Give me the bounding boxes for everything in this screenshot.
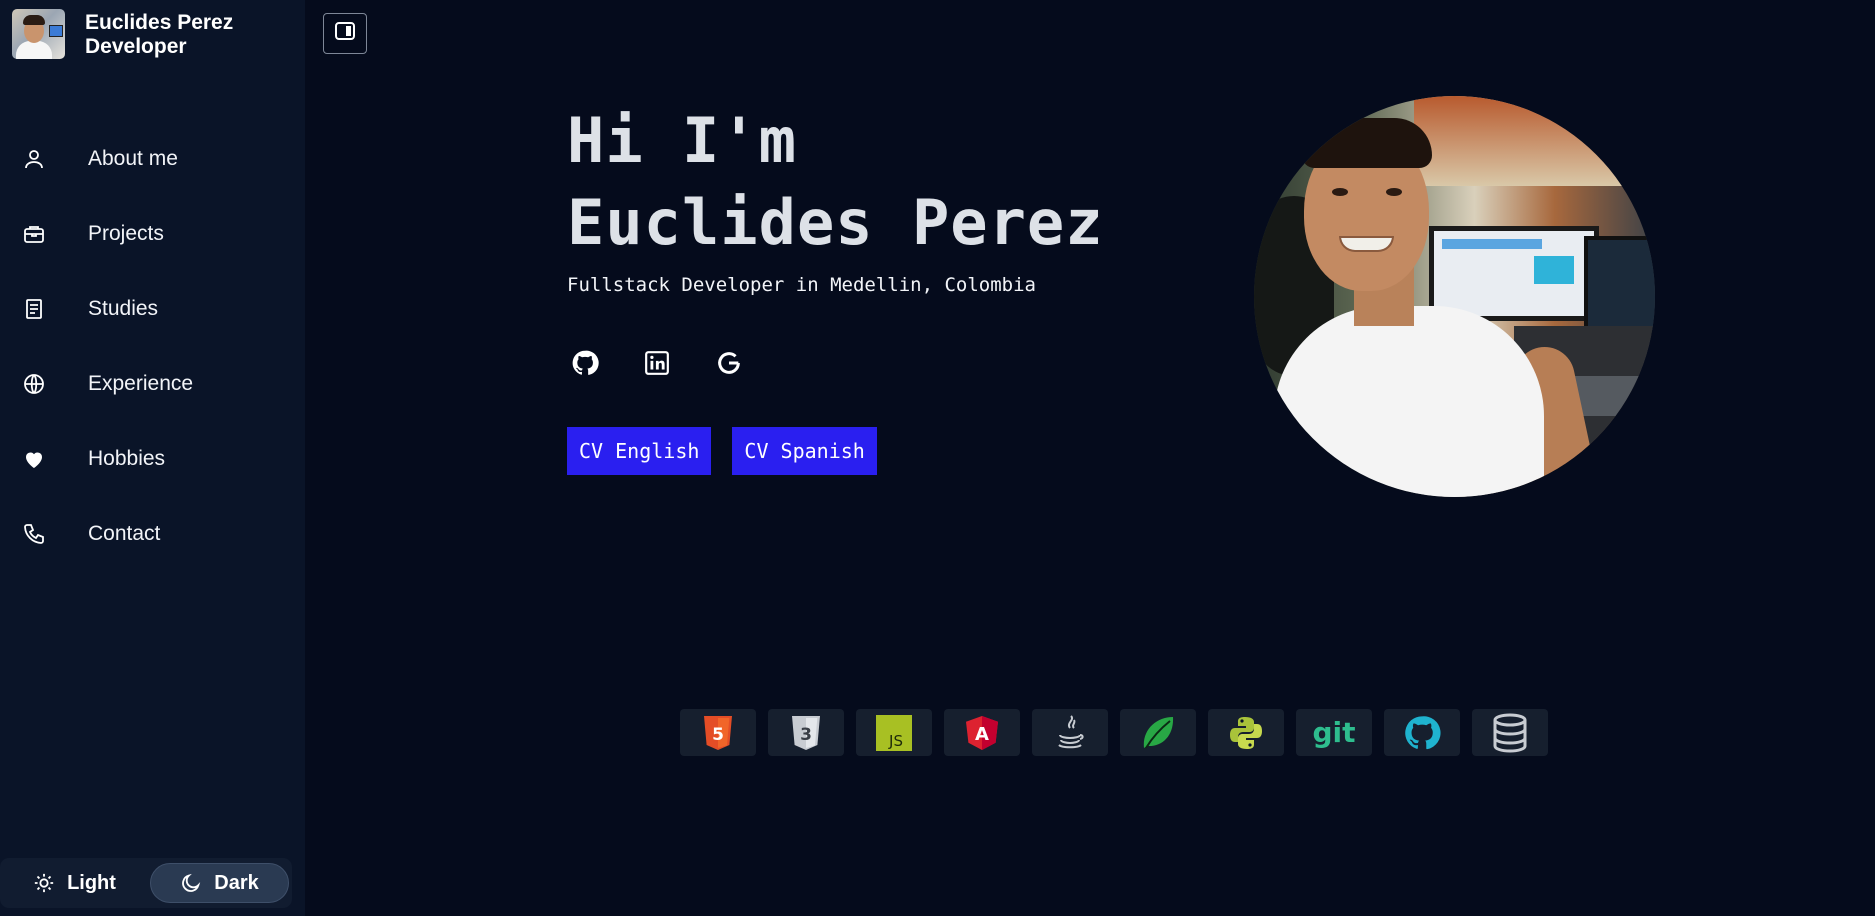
github-link[interactable] bbox=[563, 343, 607, 387]
sun-icon bbox=[33, 872, 55, 894]
user-icon bbox=[22, 147, 46, 171]
hero-section: Hi I'm Euclides Perez Fullstack Develope… bbox=[567, 100, 1104, 296]
svg-text:5: 5 bbox=[712, 725, 724, 745]
spring-leaf-icon bbox=[1140, 714, 1176, 752]
heart-icon bbox=[22, 447, 46, 471]
dark-theme-label: Dark bbox=[214, 871, 259, 894]
document-icon bbox=[22, 297, 46, 321]
brand-name-line1: Euclides Perez bbox=[85, 11, 234, 34]
tech-item-git: git bbox=[1296, 709, 1372, 756]
sidebar-item-projects[interactable]: Projects bbox=[0, 196, 305, 271]
sidebar-item-label: Experience bbox=[88, 371, 194, 395]
linkedin-link[interactable] bbox=[635, 343, 679, 387]
cv-english-button[interactable]: CV English bbox=[567, 427, 712, 475]
git-icon: git bbox=[1309, 715, 1359, 751]
moon-icon bbox=[180, 872, 202, 894]
sidebar-nav: About me Projects Studies Experience Hob… bbox=[0, 121, 305, 571]
linkedin-icon bbox=[644, 350, 670, 381]
dark-theme-button[interactable]: Dark bbox=[150, 863, 289, 903]
python-icon bbox=[1228, 715, 1264, 751]
css3-icon: 3 bbox=[790, 715, 822, 751]
name-heading: Euclides Perez bbox=[567, 186, 1104, 259]
svg-text:JS: JS bbox=[888, 732, 903, 750]
sidebar: Euclides Perez Developer About me Projec… bbox=[0, 0, 305, 916]
google-link[interactable] bbox=[707, 343, 751, 387]
sidebar-item-experience[interactable]: Experience bbox=[0, 346, 305, 421]
html5-icon: 5 bbox=[702, 715, 734, 751]
java-icon bbox=[1053, 714, 1087, 752]
sidebar-item-label: Hobbies bbox=[88, 446, 166, 470]
sidebar-item-label: Studies bbox=[88, 296, 159, 320]
svg-text:git: git bbox=[1312, 716, 1355, 749]
tech-item-html5: 5 bbox=[680, 709, 756, 756]
tech-item-spring bbox=[1120, 709, 1196, 756]
social-links bbox=[567, 343, 779, 387]
tech-item-css3: 3 bbox=[768, 709, 844, 756]
globe-icon bbox=[22, 372, 46, 396]
tech-item-database bbox=[1472, 709, 1548, 756]
briefcase-icon bbox=[22, 222, 46, 246]
phone-icon bbox=[22, 522, 46, 546]
greeting-heading: Hi I'm bbox=[567, 104, 797, 177]
sidebar-item-about-me[interactable]: About me bbox=[0, 121, 305, 196]
database-icon bbox=[1491, 713, 1529, 753]
google-icon bbox=[715, 349, 743, 382]
sidebar-item-label: Contact bbox=[88, 521, 161, 545]
cv-buttons: CV English CV Spanish bbox=[567, 427, 898, 475]
github-icon bbox=[571, 349, 599, 382]
sidebar-item-label: Projects bbox=[88, 221, 164, 245]
sidebar-item-studies[interactable]: Studies bbox=[0, 271, 305, 346]
sidebar-toggle-icon bbox=[334, 21, 356, 46]
sidebar-item-hobbies[interactable]: Hobbies bbox=[0, 421, 305, 496]
brand-name: Euclides Perez Developer bbox=[85, 11, 233, 59]
tech-stack: 5 3 JS A git bbox=[680, 709, 1560, 756]
tech-item-python bbox=[1208, 709, 1284, 756]
sidebar-toggle-button[interactable] bbox=[323, 13, 367, 54]
light-theme-button[interactable]: Light bbox=[3, 863, 146, 903]
brand-name-line2: Developer bbox=[85, 35, 187, 58]
tech-item-java bbox=[1032, 709, 1108, 756]
cv-spanish-button[interactable]: CV Spanish bbox=[732, 427, 877, 475]
avatar bbox=[12, 9, 65, 59]
brand[interactable]: Euclides Perez Developer bbox=[12, 9, 233, 59]
tech-item-github bbox=[1384, 709, 1460, 756]
theme-switcher: Light Dark bbox=[0, 858, 292, 908]
sidebar-item-contact[interactable]: Contact bbox=[0, 496, 305, 571]
svg-text:A: A bbox=[975, 724, 989, 745]
svg-text:3: 3 bbox=[800, 725, 812, 745]
tech-item-javascript: JS bbox=[856, 709, 932, 756]
tech-item-angular: A bbox=[944, 709, 1020, 756]
github-icon bbox=[1403, 714, 1441, 752]
hero-subtitle: Fullstack Developer in Medellin, Colombi… bbox=[567, 274, 1036, 296]
javascript-icon: JS bbox=[876, 714, 912, 751]
sidebar-item-label: About me bbox=[88, 146, 178, 170]
profile-photo bbox=[1254, 96, 1655, 497]
light-theme-label: Light bbox=[67, 871, 116, 894]
angular-icon: A bbox=[965, 715, 999, 751]
